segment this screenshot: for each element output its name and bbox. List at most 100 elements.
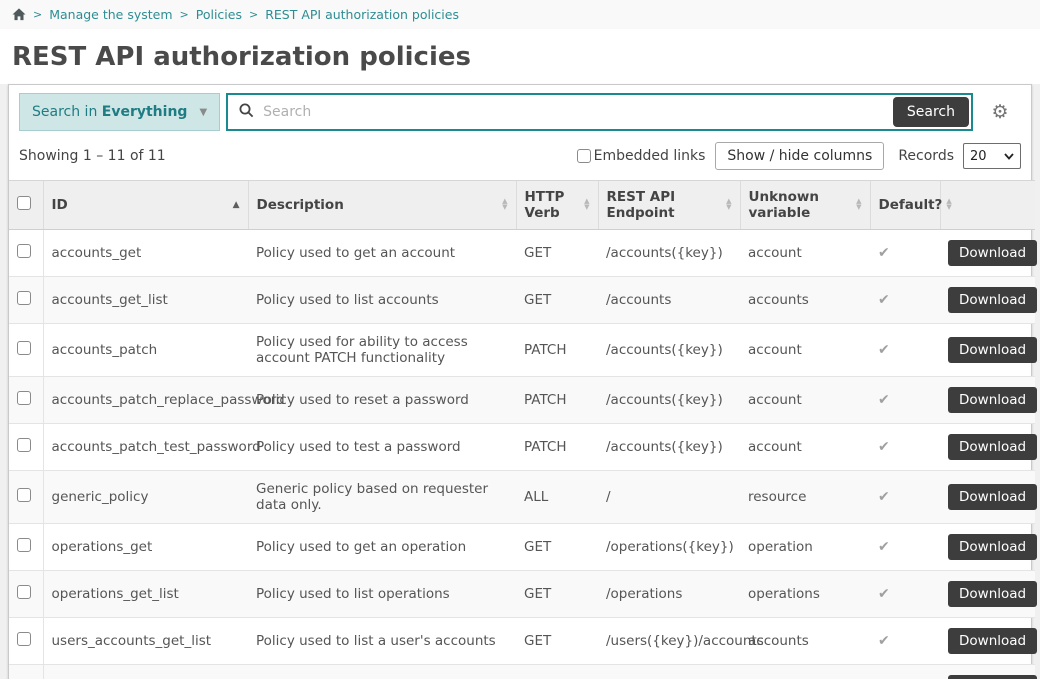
cell-id: operations_get_list [43, 571, 248, 618]
column-header-endpoint[interactable]: REST API Endpoint▲▼ [598, 181, 740, 230]
row-checkbox[interactable] [17, 244, 31, 258]
cell-endpoint: /accounts({key}) [598, 377, 740, 424]
policies-panel: Search in Everything ▼ Search ⚙ Showing … [8, 84, 1032, 679]
search-scope-dropdown[interactable]: Search in Everything ▼ [19, 93, 220, 131]
download-button[interactable]: Download [948, 434, 1037, 460]
row-checkbox[interactable] [17, 488, 31, 502]
search-scope-label: Search in Everything [32, 104, 187, 120]
embedded-links-checkbox[interactable] [577, 149, 591, 163]
select-all-checkbox[interactable] [17, 196, 31, 210]
records-select[interactable]: 20 [963, 143, 1021, 169]
download-button[interactable]: Download [948, 581, 1037, 607]
row-checkbox[interactable] [17, 391, 31, 405]
download-button[interactable]: Download [948, 337, 1037, 363]
row-select-cell [9, 424, 43, 471]
download-button[interactable]: Download [948, 628, 1037, 654]
sort-icon: ▲▼ [726, 199, 731, 211]
cell-id: operations_get [43, 524, 248, 571]
gear-icon[interactable]: ⚙ [979, 93, 1021, 131]
home-icon[interactable] [12, 8, 26, 21]
sort-icon: ▲▼ [856, 199, 861, 211]
column-header-id[interactable]: ID▲ [43, 181, 248, 230]
cell-actions: Download [940, 424, 1035, 471]
cell-description: Policy used to list a user's accounts [248, 618, 516, 665]
sort-asc-icon: ▲ [233, 200, 240, 210]
row-checkbox[interactable] [17, 438, 31, 452]
table-row: users_getPolicy used to get a userGET/us… [9, 665, 1035, 679]
row-checkbox[interactable] [17, 341, 31, 355]
sort-icon: ▲▼ [502, 199, 507, 211]
search-button[interactable]: Search [893, 97, 969, 127]
cell-endpoint: /operations({key}) [598, 524, 740, 571]
default-check-icon: ✔ [878, 586, 890, 602]
cell-variable: account [740, 324, 870, 377]
default-check-icon: ✔ [878, 539, 890, 555]
default-check-icon: ✔ [878, 342, 890, 358]
download-button[interactable]: Download [948, 240, 1037, 266]
row-checkbox[interactable] [17, 632, 31, 646]
download-button[interactable]: Download [948, 484, 1037, 510]
table-row: accounts_patch_test_passwordPolicy used … [9, 424, 1035, 471]
cell-actions: Download [940, 230, 1035, 277]
cell-endpoint: /accounts({key}) [598, 230, 740, 277]
row-checkbox[interactable] [17, 291, 31, 305]
cell-description: Policy used to list operations [248, 571, 516, 618]
cell-http-verb: GET [516, 524, 598, 571]
row-select-cell [9, 230, 43, 277]
cell-id: users_get [43, 665, 248, 679]
cell-actions: Download [940, 324, 1035, 377]
table-row: accounts_patchPolicy used for ability to… [9, 324, 1035, 377]
cell-http-verb: GET [516, 665, 598, 679]
chevron-down-icon [1004, 153, 1014, 160]
breadcrumb-separator: > [249, 8, 258, 21]
cell-endpoint: /users({key}) [598, 665, 740, 679]
cell-endpoint: /accounts({key}) [598, 424, 740, 471]
column-header-http-verb[interactable]: HTTP Verb▲▼ [516, 181, 598, 230]
breadcrumb-item-manage-system[interactable]: Manage the system [49, 7, 172, 22]
cell-default: ✔ [870, 524, 940, 571]
row-checkbox[interactable] [17, 585, 31, 599]
cell-http-verb: PATCH [516, 377, 598, 424]
search-scope-value: Everything [102, 104, 188, 120]
breadcrumb-separator: > [180, 8, 189, 21]
cell-http-verb: PATCH [516, 324, 598, 377]
cell-actions: Download [940, 665, 1035, 679]
table-row: operations_get_listPolicy used to list o… [9, 571, 1035, 618]
default-check-icon: ✔ [878, 633, 890, 649]
table-row: accounts_patch_replace_passwordPolicy us… [9, 377, 1035, 424]
cell-id: accounts_patch_replace_password [43, 377, 248, 424]
cell-actions: Download [940, 618, 1035, 665]
breadcrumb-item-policies[interactable]: Policies [196, 7, 242, 22]
cell-variable: account [740, 377, 870, 424]
download-button[interactable]: Download [948, 287, 1037, 313]
table-toolbar: Showing 1 – 11 of 11 Embedded links Show… [9, 137, 1031, 180]
policies-table: ID▲ Description▲▼ HTTP Verb▲▼ REST API E… [9, 180, 1035, 679]
cell-actions: Download [940, 524, 1035, 571]
search-box: Search [226, 93, 973, 131]
breadcrumb-item-current[interactable]: REST API authorization policies [265, 7, 459, 22]
column-header-description[interactable]: Description▲▼ [248, 181, 516, 230]
cell-variable: operations [740, 571, 870, 618]
sort-icon: ▲▼ [946, 199, 951, 211]
cell-description: Policy used to get a user [248, 665, 516, 679]
cell-endpoint: /users({key})/accounts [598, 618, 740, 665]
row-select-cell [9, 665, 43, 679]
cell-id: generic_policy [43, 471, 248, 524]
search-input[interactable] [263, 104, 893, 120]
table-row: generic_policyGeneric policy based on re… [9, 471, 1035, 524]
row-select-cell [9, 471, 43, 524]
download-button[interactable]: Download [948, 387, 1037, 413]
show-hide-columns-button[interactable]: Show / hide columns [715, 142, 884, 170]
cell-id: accounts_patch_test_password [43, 424, 248, 471]
cell-description: Policy used to reset a password [248, 377, 516, 424]
download-button[interactable]: Download [948, 534, 1037, 560]
row-checkbox[interactable] [17, 538, 31, 552]
column-header-variable[interactable]: Unknown variable▲▼ [740, 181, 870, 230]
column-header-default[interactable]: Default?▲▼ [870, 181, 940, 230]
download-button[interactable]: Download [948, 675, 1037, 679]
embedded-links-toggle[interactable]: Embedded links [577, 148, 706, 164]
cell-http-verb: PATCH [516, 424, 598, 471]
default-check-icon: ✔ [878, 489, 890, 505]
records-label: Records [898, 148, 954, 164]
row-select-cell [9, 524, 43, 571]
